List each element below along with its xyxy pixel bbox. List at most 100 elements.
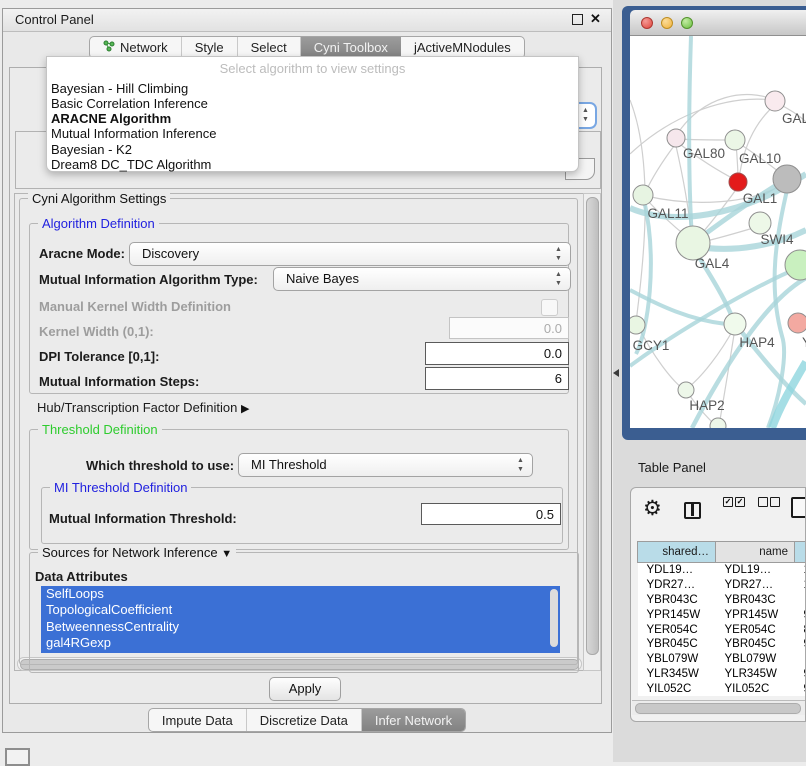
vertical-scrollbar[interactable]: [583, 193, 601, 671]
network-node-GAL80[interactable]: [667, 129, 685, 147]
table-row[interactable]: YIL052CYIL052C9.: [638, 681, 806, 696]
columns-icon[interactable]: [684, 502, 701, 519]
kernel-width-input[interactable]: 0.0: [449, 317, 569, 339]
table-scrollbar-thumb[interactable]: [635, 703, 801, 714]
zoom-traffic-light-icon[interactable]: [681, 17, 693, 29]
data-attribute-item[interactable]: SelfLoops: [41, 586, 560, 602]
tab-network[interactable]: Network: [90, 37, 182, 58]
table-row[interactable]: YBR043CYBR043C: [638, 593, 806, 608]
tab-discretize-data[interactable]: Discretize Data: [247, 709, 362, 731]
gear-icon[interactable]: ⚙: [643, 496, 662, 521]
table-cell[interactable]: YDR27…: [716, 578, 795, 593]
column-header[interactable]: A: [795, 542, 806, 563]
tab-style[interactable]: Style: [182, 37, 238, 58]
network-node-GAL11[interactable]: [633, 185, 653, 205]
table-horizontal-scrollbar[interactable]: [632, 700, 806, 715]
float-window-icon[interactable]: [572, 14, 583, 25]
table-cell[interactable]: YBL079W: [638, 652, 716, 667]
table-cell[interactable]: YIL052C: [716, 681, 795, 696]
table-cell[interactable]: YBR045C: [638, 637, 716, 652]
algorithm-option[interactable]: ARACNE Algorithm: [51, 111, 574, 126]
table-row[interactable]: YPR145WYPR145W9.: [638, 607, 806, 622]
hub-definition-row[interactable]: Hub/Transcription Factor Definition ▶: [37, 400, 249, 415]
select-all-checkbox-icon[interactable]: ✓: [735, 497, 745, 507]
network-node-GAL10[interactable]: [725, 130, 745, 150]
table-cell[interactable]: YDL19…: [716, 563, 795, 578]
column-header[interactable]: name: [716, 542, 795, 563]
table-row[interactable]: YDR27…YDR27…12: [638, 578, 806, 593]
network-node-GAL4[interactable]: [676, 226, 710, 260]
algorithm-option[interactable]: Bayesian - K2: [51, 142, 574, 157]
table-row[interactable]: YBR045CYBR045C9.: [638, 637, 806, 652]
tab-cyni-toolbox[interactable]: Cyni Toolbox: [301, 37, 401, 58]
deselect-all-checkbox-icon[interactable]: [770, 497, 780, 507]
network-edge[interactable]: [630, 290, 726, 324]
data-attribute-item[interactable]: TopologicalCoefficient: [41, 602, 560, 618]
close-icon[interactable]: ✕: [589, 12, 602, 25]
node-attribute-table[interactable]: shared…nameA YDL19…YDL19…13YDR27…YDR27…1…: [637, 541, 806, 696]
list-scrollbar-thumb[interactable]: [550, 589, 558, 647]
network-window-titlebar[interactable]: [630, 10, 806, 36]
network-node-gal-top[interactable]: [765, 91, 785, 111]
close-traffic-light-icon[interactable]: [641, 17, 653, 29]
table-cell[interactable]: YDL19…: [638, 563, 716, 578]
table-cell[interactable]: YDR27…: [638, 578, 716, 593]
algorithm-option[interactable]: Dream8 DC_TDC Algorithm: [51, 157, 574, 172]
network-node-HAP4[interactable]: [724, 313, 746, 335]
table-cell[interactable]: [795, 593, 806, 608]
table-cell[interactable]: 9.: [795, 637, 806, 652]
table-cell[interactable]: YIL052C: [638, 681, 716, 696]
table-cell[interactable]: YPR145W: [716, 607, 795, 622]
manual-kernel-checkbox[interactable]: [541, 299, 558, 316]
document-icon[interactable]: [791, 497, 806, 518]
table-row[interactable]: YBL079WYBL079W: [638, 652, 806, 667]
sources-group-title[interactable]: Sources for Network Inference ▼: [38, 545, 236, 560]
mi-type-combo[interactable]: Naive Bayes ▲▼: [273, 267, 571, 291]
network-node-green-right[interactable]: [785, 250, 806, 280]
network-node-HAP2[interactable]: [678, 382, 694, 398]
network-canvas[interactable]: GALGAL80GAL10GAL1GAL11SWI4GAL4GCY1HAP4YH…: [630, 36, 806, 428]
table-cell[interactable]: YLR345W: [716, 667, 795, 682]
table-cell[interactable]: YBR043C: [716, 593, 795, 608]
table-cell[interactable]: YPR145W: [638, 607, 716, 622]
vertical-scrollbar-thumb[interactable]: [586, 197, 599, 655]
network-node-bottom-node[interactable]: [710, 418, 726, 428]
tab-infer-network[interactable]: Infer Network: [362, 709, 465, 731]
network-edge[interactable]: [645, 146, 674, 193]
tab-impute-data[interactable]: Impute Data: [149, 709, 247, 731]
which-threshold-combo[interactable]: MI Threshold ▲▼: [238, 453, 533, 477]
network-node-GAL1[interactable]: [729, 173, 747, 191]
data-attributes-list[interactable]: SelfLoopsTopologicalCoefficientBetweenne…: [41, 586, 560, 653]
minimize-traffic-light-icon[interactable]: [661, 17, 673, 29]
aracne-mode-combo[interactable]: Discovery ▲▼: [129, 242, 571, 266]
apply-button[interactable]: Apply: [269, 677, 341, 701]
table-cell[interactable]: YER054C: [638, 622, 716, 637]
data-attribute-item[interactable]: gal4RGexp: [41, 635, 560, 651]
network-edge[interactable]: [689, 36, 692, 239]
network-node-GCY1[interactable]: [630, 316, 645, 334]
mi-threshold-input[interactable]: 0.5: [421, 503, 561, 525]
table-cell[interactable]: 12: [795, 578, 806, 593]
tab-jactivemnodules[interactable]: jActiveMNodules: [401, 37, 524, 58]
select-all-checkbox-icon[interactable]: ✓: [723, 497, 733, 507]
network-node-SWI4[interactable]: [749, 212, 771, 234]
table-row[interactable]: YDL19…YDL19…13: [638, 563, 806, 578]
table-cell[interactable]: 9.: [795, 667, 806, 682]
network-node-salmon-node[interactable]: [788, 313, 806, 333]
algorithm-option[interactable]: Bayesian - Hill Climbing: [51, 81, 574, 96]
data-attribute-item[interactable]: BetweennessCentrality: [41, 619, 560, 635]
table-cell[interactable]: 9.: [795, 607, 806, 622]
network-view-window[interactable]: GALGAL80GAL10GAL1GAL11SWI4GAL4GCY1HAP4YH…: [622, 6, 806, 440]
table-cell[interactable]: YBL079W: [716, 652, 795, 667]
algorithm-option[interactable]: Basic Correlation Inference: [51, 96, 574, 111]
table-cell[interactable]: 8.: [795, 622, 806, 637]
algorithm-option[interactable]: Mutual Information Inference: [51, 126, 574, 141]
table-cell[interactable]: YER054C: [716, 622, 795, 637]
table-row[interactable]: YLR345WYLR345W9.: [638, 667, 806, 682]
table-cell[interactable]: YBR045C: [716, 637, 795, 652]
column-header[interactable]: shared…: [638, 542, 716, 563]
mi-steps-input[interactable]: 6: [425, 367, 569, 390]
table-cell[interactable]: YBR043C: [638, 593, 716, 608]
deselect-all-checkbox-icon[interactable]: [758, 497, 768, 507]
table-cell[interactable]: 13: [795, 563, 806, 578]
